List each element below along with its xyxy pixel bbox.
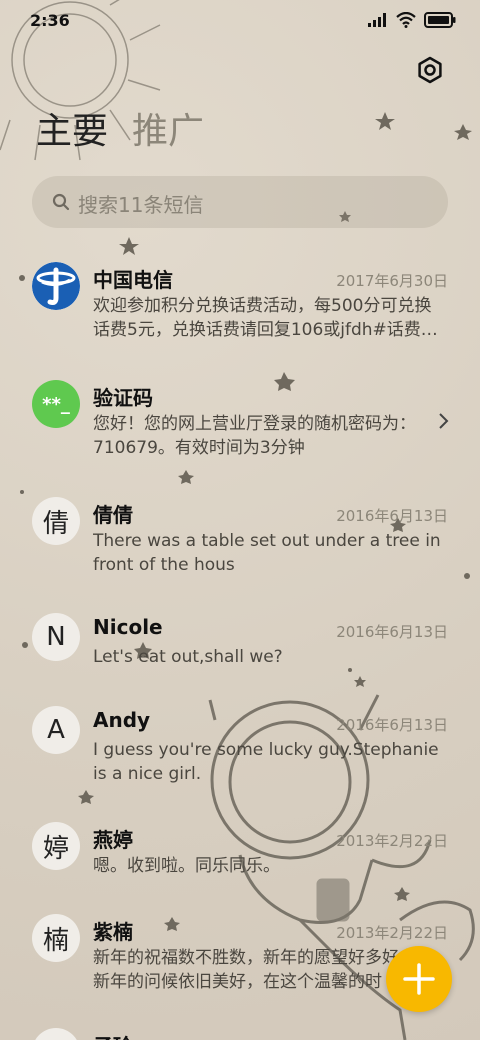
china-telecom-logo-icon [32, 262, 80, 310]
new-message-button[interactable] [386, 946, 452, 1012]
avatar: N [32, 613, 80, 661]
avatar: 楠 [32, 914, 80, 962]
message-preview: 您好！您的网上营业厅登录的随机密码为：710679。有效时间为3分钟 [93, 414, 416, 458]
avatar: 倩 [32, 497, 80, 545]
search-icon [52, 193, 70, 211]
message-date: 2013年2月22日 [336, 832, 448, 850]
settings-button[interactable] [416, 56, 444, 84]
sender-name: 验证码 [93, 386, 153, 410]
status-icons [368, 12, 456, 28]
status-time: 2:36 [30, 11, 70, 30]
search-input[interactable]: 搜索11条短信 [78, 189, 203, 218]
sender-name: Nicole [93, 615, 163, 639]
message-preview: 欢迎参加积分兑换话费活动，每500分可兑换话费5元，兑换话费请回复106或jfd… [93, 296, 438, 340]
message-date: 2013年2月22日 [336, 924, 448, 942]
battery-icon [424, 12, 456, 28]
avatar [32, 262, 80, 310]
tab-promotions[interactable]: 推广 [132, 110, 204, 154]
chevron-right-icon[interactable] [438, 412, 450, 430]
avatar [32, 1028, 80, 1040]
message-date: 2017年6月30日 [336, 272, 448, 290]
gear-icon [418, 56, 442, 84]
tab-primary[interactable]: 主要 [36, 110, 108, 154]
conversation-item[interactable]: 中国电信 2017年6月30日 欢迎参加积分兑换话费活动，每500分可兑换话费5… [0, 262, 480, 358]
conversation-item[interactable]: N Nicole 2016年6月13日 Let's eat out,shall … [0, 613, 480, 685]
sender-name: 紫楠 [93, 920, 133, 944]
status-bar: 2:36 [0, 0, 480, 40]
sender-name: 倩倩 [93, 503, 133, 527]
message-date: 2016年6月13日 [336, 623, 448, 641]
plus-icon [403, 963, 435, 995]
avatar: **_ [32, 380, 80, 428]
sender-name: Andy [93, 708, 151, 732]
conversation-item[interactable]: 子玲 [0, 1028, 480, 1040]
search-bar[interactable]: 搜索11条短信 [32, 176, 448, 228]
avatar: 婷 [32, 822, 80, 870]
message-preview: I guess you're some lucky guy.Stephanie … [93, 740, 439, 784]
message-preview: Let's eat out,shall we? [93, 647, 283, 667]
avatar: A [32, 706, 80, 754]
category-tabs: 主要 推广 [36, 110, 204, 154]
conversation-item[interactable]: 婷 燕婷 2013年2月22日 嗯。收到啦。同乐同乐。 [0, 822, 480, 894]
message-date: 2016年6月13日 [336, 716, 448, 734]
sender-name: 子玲 [93, 1030, 133, 1040]
wifi-icon [396, 12, 416, 28]
message-preview: There was a table set out under a tree i… [93, 531, 441, 575]
message-preview: 嗯。收到啦。同乐同乐。 [93, 856, 280, 876]
conversation-item[interactable]: A Andy 2016年6月13日 I guess you're some lu… [0, 706, 480, 802]
conversation-item[interactable]: **_ 验证码 您好！您的网上营业厅登录的随机密码为：710679。有效时间为3… [0, 380, 480, 476]
sender-name: 燕婷 [93, 828, 133, 852]
message-date: 2016年6月13日 [336, 507, 448, 525]
sender-name: 中国电信 [93, 268, 173, 292]
signal-icon [368, 13, 386, 27]
conversation-item[interactable]: 倩 倩倩 2016年6月13日 There was a table set ou… [0, 497, 480, 593]
